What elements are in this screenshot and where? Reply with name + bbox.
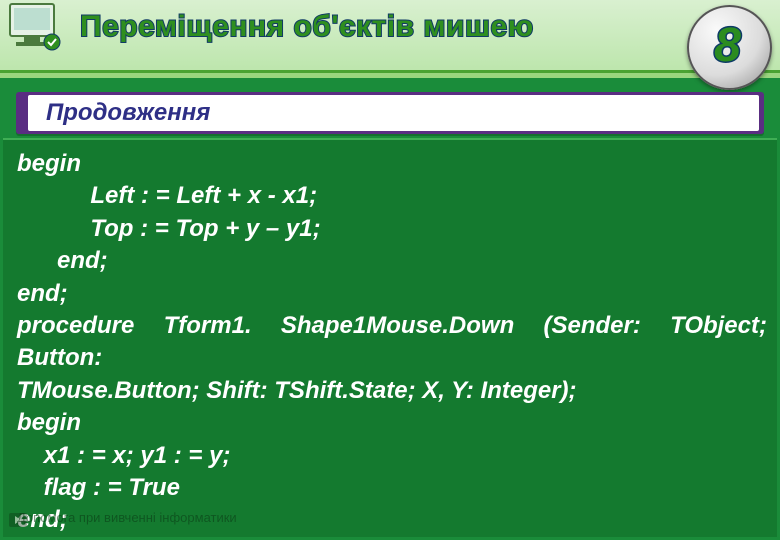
page-title: Переміщення об'єктів мишею bbox=[80, 10, 534, 44]
code-panel: begin Left : = Left + x - x1; Top : = To… bbox=[3, 138, 777, 537]
section-badge: 8 bbox=[687, 5, 772, 90]
code-line: procedure Tform1. Shape1Mouse.Down (Send… bbox=[17, 310, 767, 375]
slide: Переміщення об'єктів мишею 8 Продовження… bbox=[0, 0, 780, 540]
code-line: Top : = Top + y – y1; bbox=[17, 213, 767, 245]
code-line: begin bbox=[17, 407, 767, 439]
code-line: begin bbox=[17, 148, 767, 180]
monitor-icon bbox=[4, 2, 64, 54]
code-line: x1 : = x; y1 : = y; bbox=[17, 440, 767, 472]
code-line: flag : = True bbox=[17, 472, 767, 504]
code-line: TMouse.Button; Shift: TShift.State; X, Y… bbox=[17, 375, 767, 407]
section-number: 8 bbox=[714, 18, 741, 73]
subheader-label: Продовження bbox=[28, 95, 759, 131]
code-line: end; bbox=[17, 278, 767, 310]
subheader-bar: Продовження bbox=[16, 92, 764, 134]
header-band: Переміщення об'єктів мишею bbox=[0, 0, 780, 73]
code-line: Left : = Left + x - x1; bbox=[17, 180, 767, 212]
footer-text: Допомога при вивченні інформатики bbox=[17, 509, 237, 527]
code-line: end; bbox=[17, 245, 767, 277]
